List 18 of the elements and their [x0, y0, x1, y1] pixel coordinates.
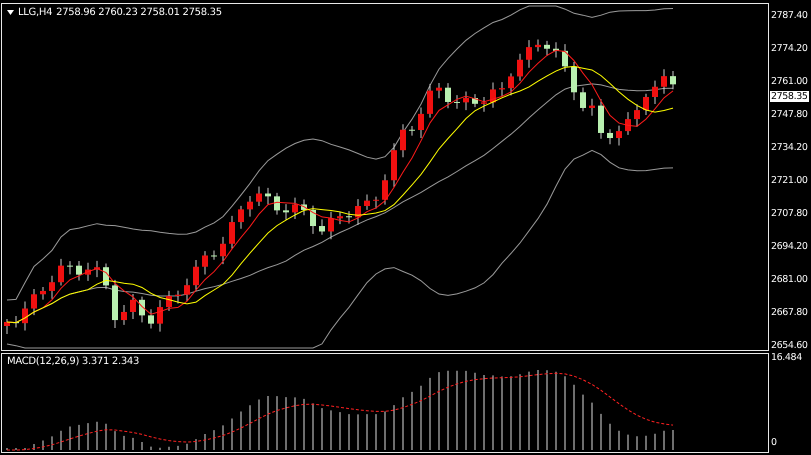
axis-label: 2654.60 [771, 340, 808, 352]
axis-label: 2734.20 [771, 142, 808, 154]
symbol-label: LLG,H4 [18, 7, 52, 18]
axis-label: 2774.20 [771, 43, 808, 55]
axis-label: 16.484 [771, 352, 802, 364]
axis-label: 0 [771, 437, 777, 449]
axis-label: 2721.00 [771, 175, 808, 187]
axis-label: 2694.20 [771, 241, 808, 253]
axis-label: 2681.00 [771, 274, 808, 286]
caret-icon[interactable] [7, 10, 14, 15]
current-price-label: 2758.35 [770, 91, 808, 102]
axis-label: 2787.40 [771, 10, 808, 22]
ohlc-values: 2758.96 2760.23 2758.01 2758.35 [56, 7, 222, 18]
axis-label: 2667.80 [771, 307, 808, 319]
axis-label: 2761.00 [771, 76, 808, 88]
indicator-label: MACD(12,26,9) 3.371 2.343 [7, 356, 140, 367]
axis-label: 2747.80 [771, 109, 808, 121]
axis-label: 2707.80 [771, 208, 808, 220]
